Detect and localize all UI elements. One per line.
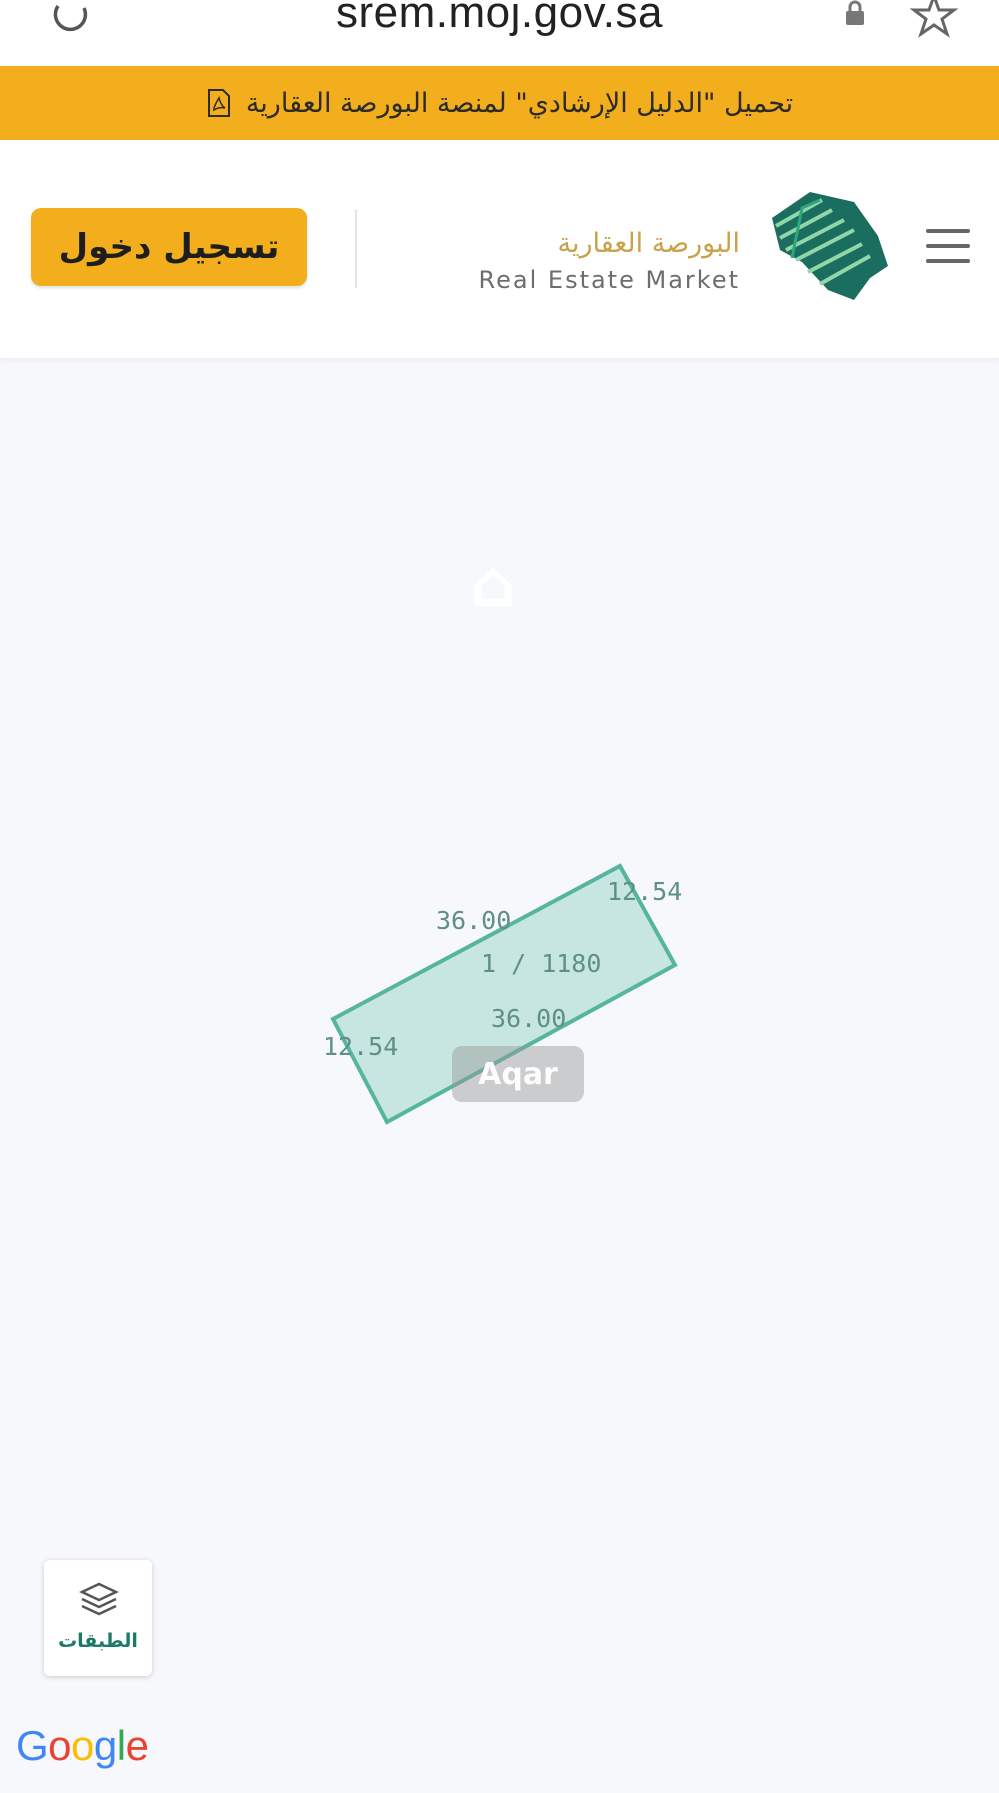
layers-button[interactable]: الطبقات (44, 1560, 152, 1676)
header-divider (355, 210, 357, 288)
google-letter: g (93, 1722, 117, 1769)
login-button[interactable]: تسجيل دخول (31, 208, 307, 286)
google-letter: o (48, 1722, 72, 1769)
google-letter: e (125, 1722, 149, 1769)
parcel-side-right-length: 12.54 (607, 877, 682, 906)
logo-mark-icon (772, 192, 888, 300)
pdf-icon (207, 89, 230, 117)
google-letter: l (116, 1722, 126, 1769)
parcel-side-top-length: 36.00 (436, 906, 511, 935)
map-view[interactable]: ⌂ 36.00 12.54 1 / 1180 36.00 12.54 Aqar … (0, 358, 999, 1793)
layers-label: الطبقات (58, 1630, 138, 1652)
parcel-side-left-length: 12.54 (323, 1032, 398, 1061)
site-header: تسجيل دخول البورصة العقارية Real Estate … (0, 140, 999, 358)
google-logo: Google (16, 1722, 149, 1770)
brand-name-arabic: البورصة العقارية (557, 228, 740, 259)
google-letter: G (16, 1722, 49, 1769)
watermark-badge: Aqar (452, 1046, 584, 1102)
lock-icon (846, 0, 864, 25)
google-letter: o (71, 1722, 94, 1769)
guide-download-banner[interactable]: تحميل "الدليل الإرشادي" لمنصة البورصة ال… (0, 66, 999, 140)
browser-url-bar: srem.moj.gov.sa (0, 0, 999, 66)
parcel-side-bottom-length: 36.00 (491, 1004, 566, 1033)
menu-icon[interactable] (924, 225, 972, 267)
star-icon[interactable] (908, 0, 960, 38)
banner-text[interactable]: تحميل "الدليل الإرشادي" لمنصة البورصة ال… (246, 88, 793, 119)
brand-name-english: Real Estate Market (478, 266, 740, 294)
layers-icon (79, 1582, 119, 1616)
parcel-id-label: 1 / 1180 (481, 949, 601, 978)
